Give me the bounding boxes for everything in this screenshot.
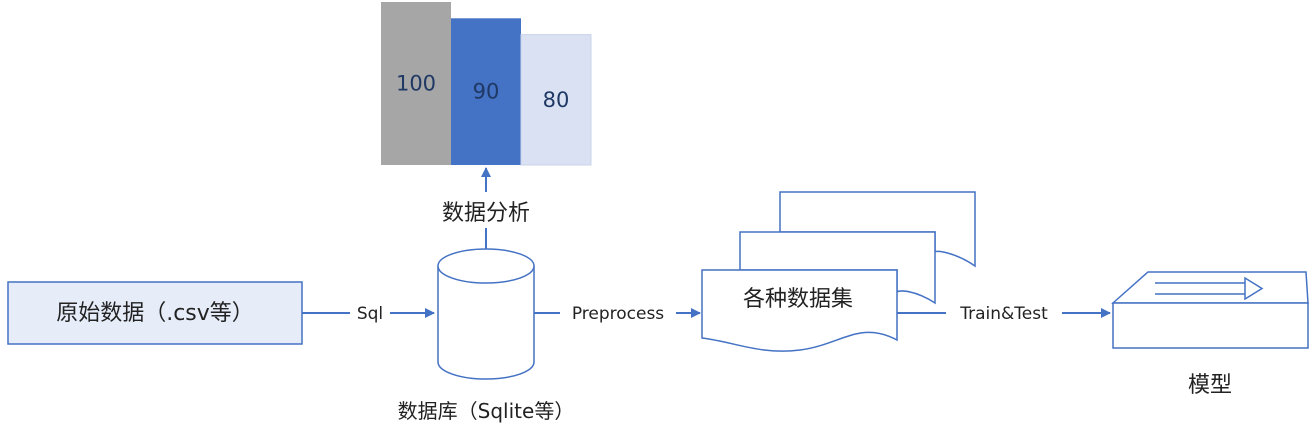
datasets-label: 各种数据集 [743, 287, 853, 312]
source-data-label: 原始数据（.csv等） [56, 301, 254, 326]
datasets-node: 各种数据集 [701, 191, 976, 352]
bar-chart: 100 90 80 [381, 2, 592, 166]
model-box-top [1111, 271, 1309, 304]
source-data-node: 原始数据（.csv等） [7, 281, 303, 345]
bar-label-2: 90 [473, 80, 500, 104]
diagram-canvas: 100 90 80 原始数据（.csv等） Sql 数据库（Sqlite等） 数据分… [0, 0, 1313, 442]
model-box-front [1112, 302, 1309, 349]
model-label: 模型 [1188, 373, 1232, 398]
edge-train-test-label: Train&Test [959, 304, 1048, 324]
model-node: 模型 [1111, 271, 1309, 398]
edge-analysis-label: 数据分析 [442, 201, 530, 226]
bar-label-3: 80 [543, 88, 570, 112]
edge-sql-label: Sql [357, 304, 383, 324]
edge-preprocess: Preprocess [534, 304, 701, 324]
database-node: 数据库（Sqlite等） [398, 248, 575, 423]
edge-train-test: Train&Test [897, 304, 1111, 324]
bar-label-1: 100 [396, 72, 436, 96]
database-label: 数据库（Sqlite等） [398, 399, 575, 423]
edge-analysis: 数据分析 [442, 167, 530, 249]
database-cylinder-top [437, 248, 535, 284]
diagram-svg: 100 90 80 原始数据（.csv等） Sql 数据库（Sqlite等） 数据分… [7, 2, 1309, 423]
edge-preprocess-label: Preprocess [572, 304, 664, 324]
edge-sql: Sql [302, 304, 435, 324]
